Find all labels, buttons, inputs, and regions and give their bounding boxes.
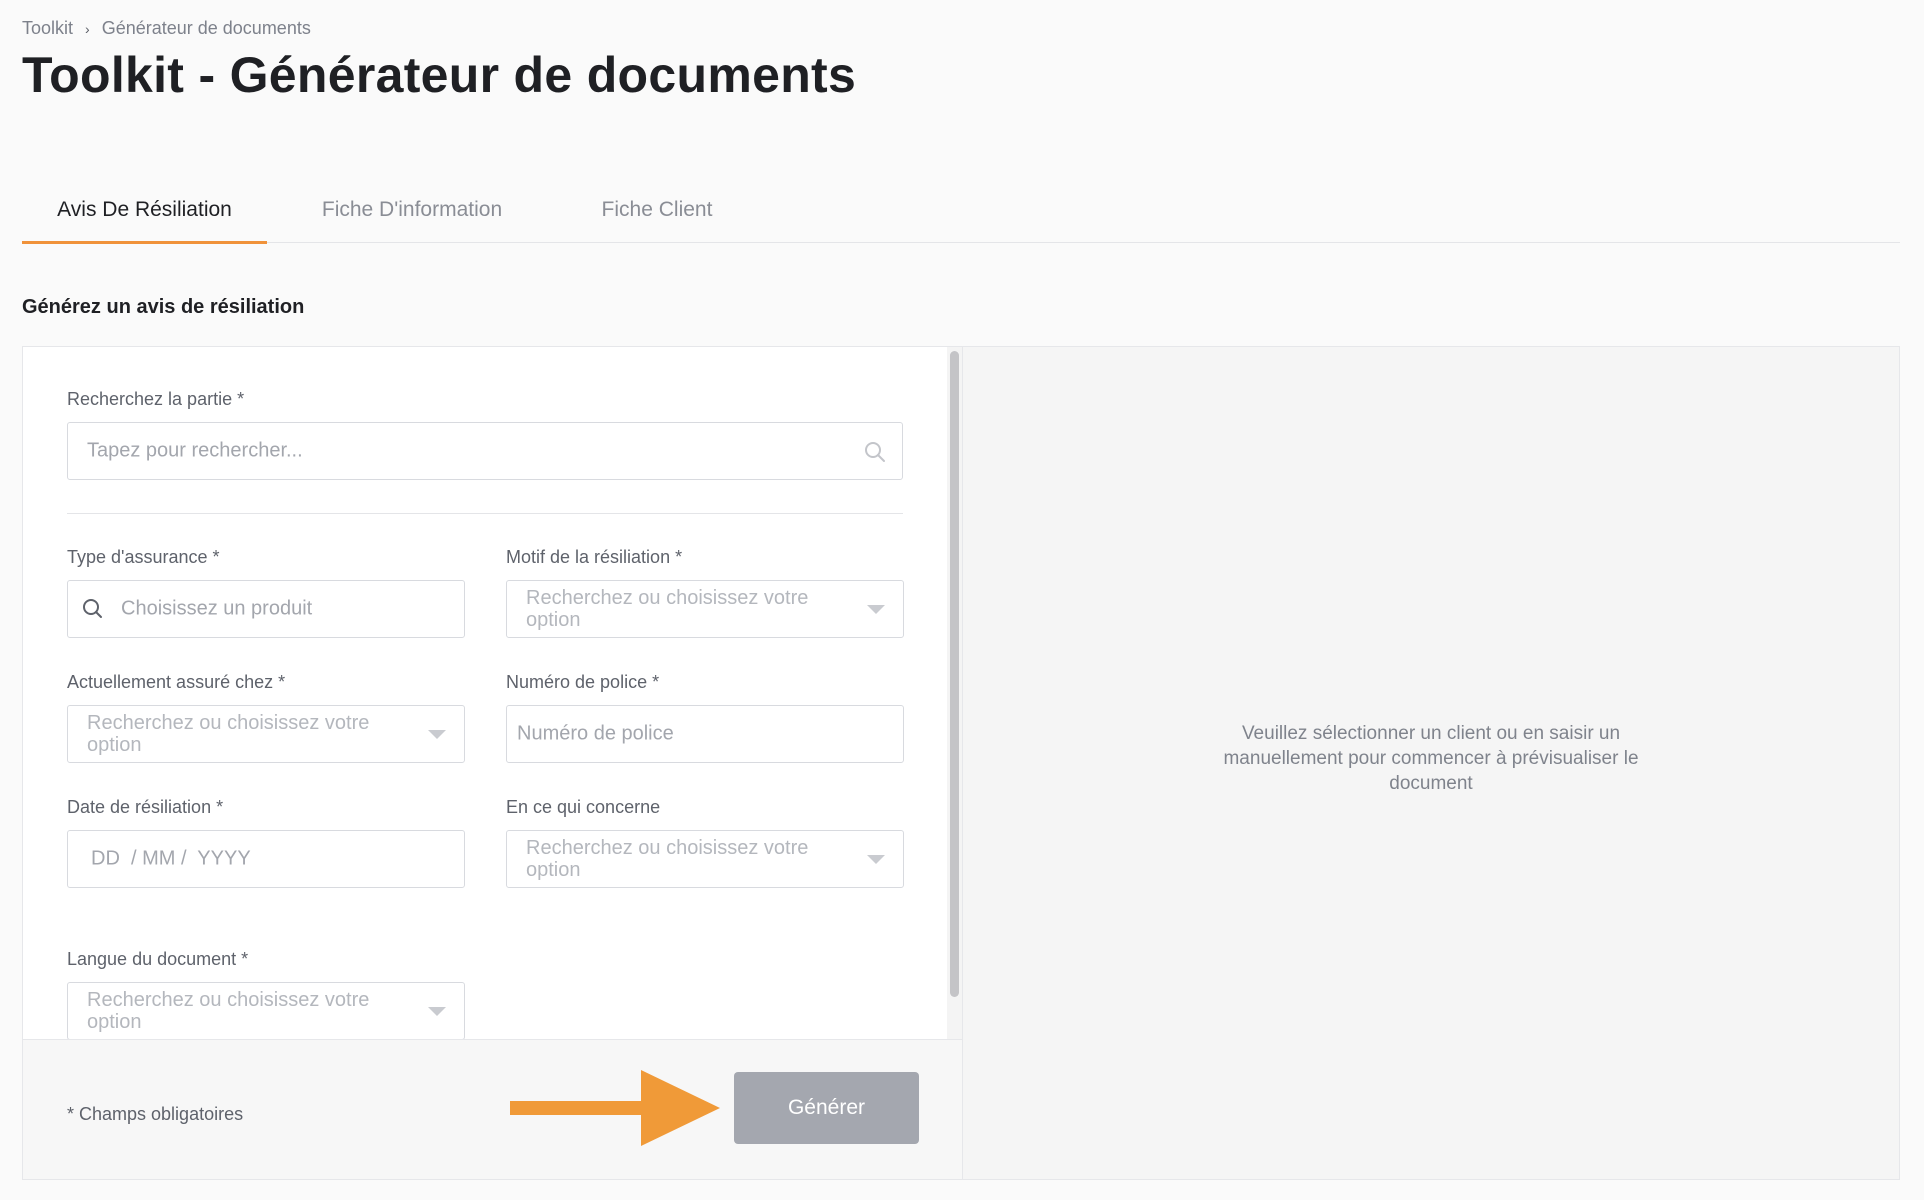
chevron-right-icon: › bbox=[85, 20, 90, 37]
arrow-right-icon bbox=[510, 1070, 720, 1146]
form-panel: Recherchez la partie * Tapez pour recher… bbox=[23, 347, 962, 1039]
tab-fiche-client[interactable]: Fiche Client bbox=[557, 178, 757, 242]
insurance-type-placeholder: Choisissez un produit bbox=[121, 597, 313, 620]
regarding-select[interactable]: Recherchez ou choisissez votre option bbox=[506, 830, 904, 888]
preview-panel: Veuillez sélectionner un client ou en sa… bbox=[962, 347, 1899, 1179]
termination-reason-label: Motif de la résiliation * bbox=[506, 547, 683, 567]
breadcrumb-current: Générateur de documents bbox=[101, 18, 311, 38]
document-language-select[interactable]: Recherchez ou choisissez votre option bbox=[67, 982, 465, 1039]
chevron-down-icon bbox=[428, 1007, 446, 1016]
search-icon bbox=[83, 599, 102, 618]
policy-number-placeholder: Numéro de police bbox=[517, 722, 674, 745]
tab-avis-de-resiliation[interactable]: Avis De Résiliation bbox=[22, 178, 267, 244]
preview-message: Veuillez sélectionner un client ou en sa… bbox=[1223, 722, 1639, 794]
current-insurer-select[interactable]: Recherchez ou choisissez votre option bbox=[67, 705, 465, 763]
party-label: Recherchez la partie * bbox=[67, 389, 245, 409]
chevron-down-icon bbox=[867, 855, 885, 864]
form-divider bbox=[67, 513, 903, 514]
insurance-type-label: Type d'assurance * bbox=[67, 547, 220, 567]
current-insurer-label: Actuellement assuré chez * bbox=[67, 672, 286, 692]
termination-date-input[interactable]: DD / MM / YYYY bbox=[67, 830, 465, 888]
chevron-down-icon bbox=[428, 730, 446, 739]
tab-bar: Avis De Résiliation Fiche D'information … bbox=[22, 178, 1900, 244]
insurance-type-input[interactable]: Choisissez un produit bbox=[67, 580, 465, 638]
termination-date-placeholder: DD / MM / YYYY bbox=[91, 847, 251, 870]
search-icon bbox=[865, 442, 885, 462]
chevron-down-icon bbox=[867, 605, 885, 614]
regarding-label: En ce qui concerne bbox=[506, 797, 661, 817]
document-language-label: Langue du document * bbox=[67, 949, 249, 969]
breadcrumb: Toolkit › Générateur de documents bbox=[22, 18, 311, 39]
tab-fiche-information[interactable]: Fiche D'information bbox=[267, 178, 557, 242]
termination-date-label: Date de résiliation * bbox=[67, 797, 224, 817]
regarding-placeholder: Recherchez ou choisissez votre option bbox=[526, 837, 809, 881]
generator-card: Recherchez la partie * Tapez pour recher… bbox=[22, 346, 1900, 1180]
form-footer: * Champs obligatoires Générer bbox=[23, 1039, 962, 1179]
page-title: Toolkit - Générateur de documents bbox=[22, 47, 857, 103]
document-language-placeholder: Recherchez ou choisissez votre option bbox=[87, 989, 370, 1033]
termination-reason-placeholder: Recherchez ou choisissez votre option bbox=[526, 587, 809, 631]
form-scrollbar[interactable] bbox=[947, 347, 962, 1039]
party-search-placeholder: Tapez pour rechercher... bbox=[87, 439, 303, 462]
party-search-input[interactable]: Tapez pour rechercher... bbox=[67, 422, 903, 480]
policy-number-input[interactable]: Numéro de police bbox=[506, 705, 904, 763]
policy-number-label: Numéro de police * bbox=[506, 672, 660, 692]
section-title: Générez un avis de résiliation bbox=[22, 296, 305, 318]
termination-reason-select[interactable]: Recherchez ou choisissez votre option bbox=[506, 580, 904, 638]
generate-button[interactable]: Générer bbox=[734, 1072, 919, 1144]
required-fields-note: * Champs obligatoires bbox=[67, 1104, 244, 1124]
current-insurer-placeholder: Recherchez ou choisissez votre option bbox=[87, 712, 370, 756]
breadcrumb-root[interactable]: Toolkit bbox=[22, 18, 73, 39]
form-scrollbar-thumb[interactable] bbox=[950, 351, 959, 997]
